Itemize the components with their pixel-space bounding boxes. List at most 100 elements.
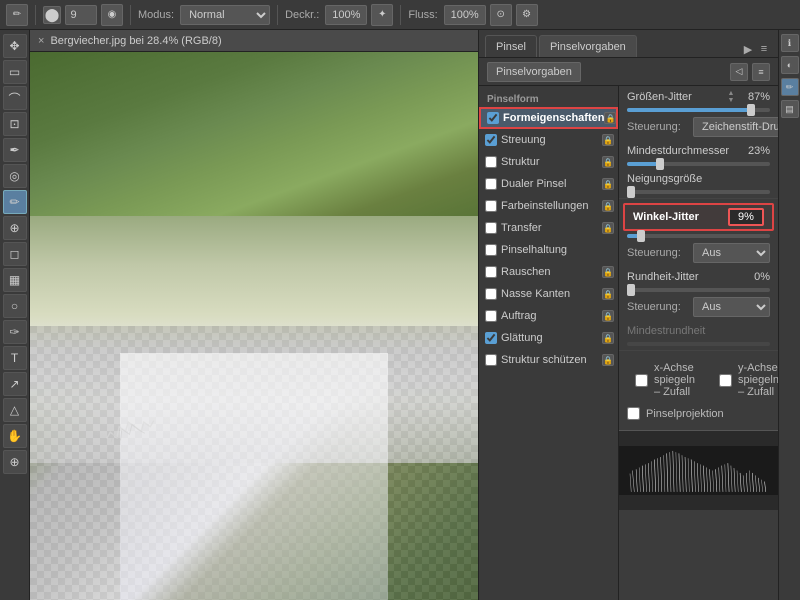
steuerung1-select[interactable]: Zeichenstift-Druck [693,117,778,137]
tab-pinselvorgaben[interactable]: Pinselvorgaben [539,35,637,57]
sidebar-item-struktur-schuetzen[interactable]: Struktur schützen 🔒 [479,349,618,371]
checkbox-nasse[interactable] [485,288,497,300]
tool-heal[interactable]: ◎ [3,164,27,188]
checkbox-formeigenschaften[interactable] [487,112,499,124]
tool-eyedropper[interactable]: ✒ [3,138,27,162]
right-panel: Pinsel Pinselvorgaben ▶ ≡ Pinselvorgaben… [478,30,778,600]
divider-2 [619,350,778,351]
edge-btn-color[interactable]: ◐ [781,56,799,74]
xachse-checkbox[interactable] [635,374,648,387]
edge-btn-brush[interactable]: ✏ [781,78,799,96]
winkel-jitter-container: Winkel-Jitter 9% [623,203,774,231]
canvas-close[interactable]: × [38,35,44,47]
lock-struktur: 🔒 [602,156,614,168]
neigungs-slider[interactable] [627,190,770,194]
sidebar-item-rauschen[interactable]: Rauschen 🔒 [479,261,618,283]
tab-pinsel[interactable]: Pinsel [485,35,537,57]
tool-zoom[interactable]: ⊕ [3,450,27,474]
tool-lasso[interactable]: ⌒ [3,86,27,110]
panel-icon-1[interactable]: ◁ [730,63,748,81]
tab-pinsel-label: Pinsel [496,41,526,53]
settings-icon[interactable]: ⚙ [516,4,538,26]
sidebar-item-transfer[interactable]: Transfer 🔒 [479,217,618,239]
canvas-area[interactable]: × Bergviecher.jpg bei 28.4% (RGB/8) [30,30,478,600]
separator-4 [400,5,401,25]
rundheit-slider[interactable] [627,288,770,292]
tool-brush[interactable]: ✏ [3,190,27,214]
yachse-checkbox[interactable] [719,374,732,387]
checkbox-auftrag[interactable] [485,310,497,322]
steuerung1-row: Steuerung: Zeichenstift-Druck [619,114,778,140]
preset-button[interactable]: Pinselvorgaben [487,62,581,82]
checkbox-struktur[interactable] [485,156,497,168]
sidebar-item-farbeinst[interactable]: Farbeinstellungen 🔒 [479,195,618,217]
tool-shape[interactable]: △ [3,398,27,422]
sidebar-item-dualer[interactable]: Dualer Pinsel 🔒 [479,173,618,195]
tool-select-rect[interactable]: ▭ [3,60,27,84]
tool-path-select[interactable]: ↗ [3,372,27,396]
modus-select[interactable]: Normal [180,5,270,25]
sidebar-item-nasse[interactable]: Nasse Kanten 🔒 [479,283,618,305]
fluss-input[interactable]: 100% [444,5,486,25]
sidebar-item-glattung[interactable]: Glättung 🔒 [479,327,618,349]
modus-label: Modus: [138,9,174,21]
sidebar-item-auftrag[interactable]: Auftrag 🔒 [479,305,618,327]
sidebar-item-pinselhaltung[interactable]: Pinselhaltung [479,239,618,261]
label-struktur: Struktur [501,156,602,168]
steuerung3-select[interactable]: Aus [693,297,770,317]
groessen-jitter-value: 87% [738,91,770,103]
brush-size-icon[interactable]: ⬤ [43,6,61,24]
fluss-label: Fluss: [408,9,437,21]
canvas-viewport[interactable] [30,52,478,600]
panel-icon-2[interactable]: ≡ [752,63,770,81]
label-transfer: Transfer [501,222,602,234]
sidebar-item-formeigenschaften[interactable]: Formeigenschaften 🔒 [479,107,618,129]
sidebar-item-streuung[interactable]: Streuung 🔒 [479,129,618,151]
tool-pen[interactable]: ✑ [3,320,27,344]
tool-stamp[interactable]: ⊕ [3,216,27,240]
brush-hardness-icon[interactable]: ◉ [101,4,123,26]
brush-tool-icon[interactable]: ✏ [6,4,28,26]
tool-gradient[interactable]: ▦ [3,268,27,292]
winkel-jitter-row: Winkel-Jitter 9% [625,205,772,229]
checkbox-rauschen[interactable] [485,266,497,278]
tablet-icon[interactable]: ⊙ [490,4,512,26]
label-rauschen: Rauschen [501,266,602,278]
checkbox-pinselhaltung[interactable] [485,244,497,256]
airbrush-icon[interactable]: ✦ [371,4,393,26]
brush-stroke-preview [619,431,778,510]
steuerung2-select[interactable]: Aus [693,243,770,263]
label-streuung: Streuung [501,134,602,146]
pinselprojektion-row: Pinselprojektion [619,405,778,422]
mindest-slider[interactable] [627,162,770,166]
checkbox-dualer[interactable] [485,178,497,190]
edge-btn-info[interactable]: ℹ [781,34,799,52]
mindest-value: 23% [738,145,770,157]
checkbox-transfer[interactable] [485,222,497,234]
panel-tab-options[interactable]: ≡ [756,41,772,57]
groessen-jitter-slider[interactable] [627,108,770,112]
tool-move[interactable]: ✥ [3,34,27,58]
tool-crop[interactable]: ⊡ [3,112,27,136]
brush-size-input[interactable]: 9 [65,5,97,25]
checkbox-farbeinst[interactable] [485,200,497,212]
panel-tab-menu[interactable]: ▶ [740,41,756,57]
checkbox-streuung[interactable] [485,134,497,146]
deckr-input[interactable]: 100% [325,5,367,25]
edge-btn-layers[interactable]: ▤ [781,100,799,118]
checkbox-glattung[interactable] [485,332,497,344]
mindest-label: Mindestdurchmesser [627,145,738,157]
canvas-image [30,52,478,600]
tool-text[interactable]: T [3,346,27,370]
tool-hand[interactable]: ✋ [3,424,27,448]
pinselprojektion-checkbox[interactable] [627,407,640,420]
mindestrundheit-slider[interactable] [627,342,770,346]
steuerung3-row: Steuerung: Aus [619,294,778,320]
checkbox-struktur-schuetzen[interactable] [485,354,497,366]
xachse-row: x-Achse spiegeln – Zufall [627,359,703,401]
tool-eraser[interactable]: ◻ [3,242,27,266]
winkel-jitter-slider[interactable] [627,234,770,238]
mindestrundheit-label: Mindestrundheit [627,325,770,337]
tool-dodge[interactable]: ○ [3,294,27,318]
sidebar-item-struktur[interactable]: Struktur 🔒 [479,151,618,173]
